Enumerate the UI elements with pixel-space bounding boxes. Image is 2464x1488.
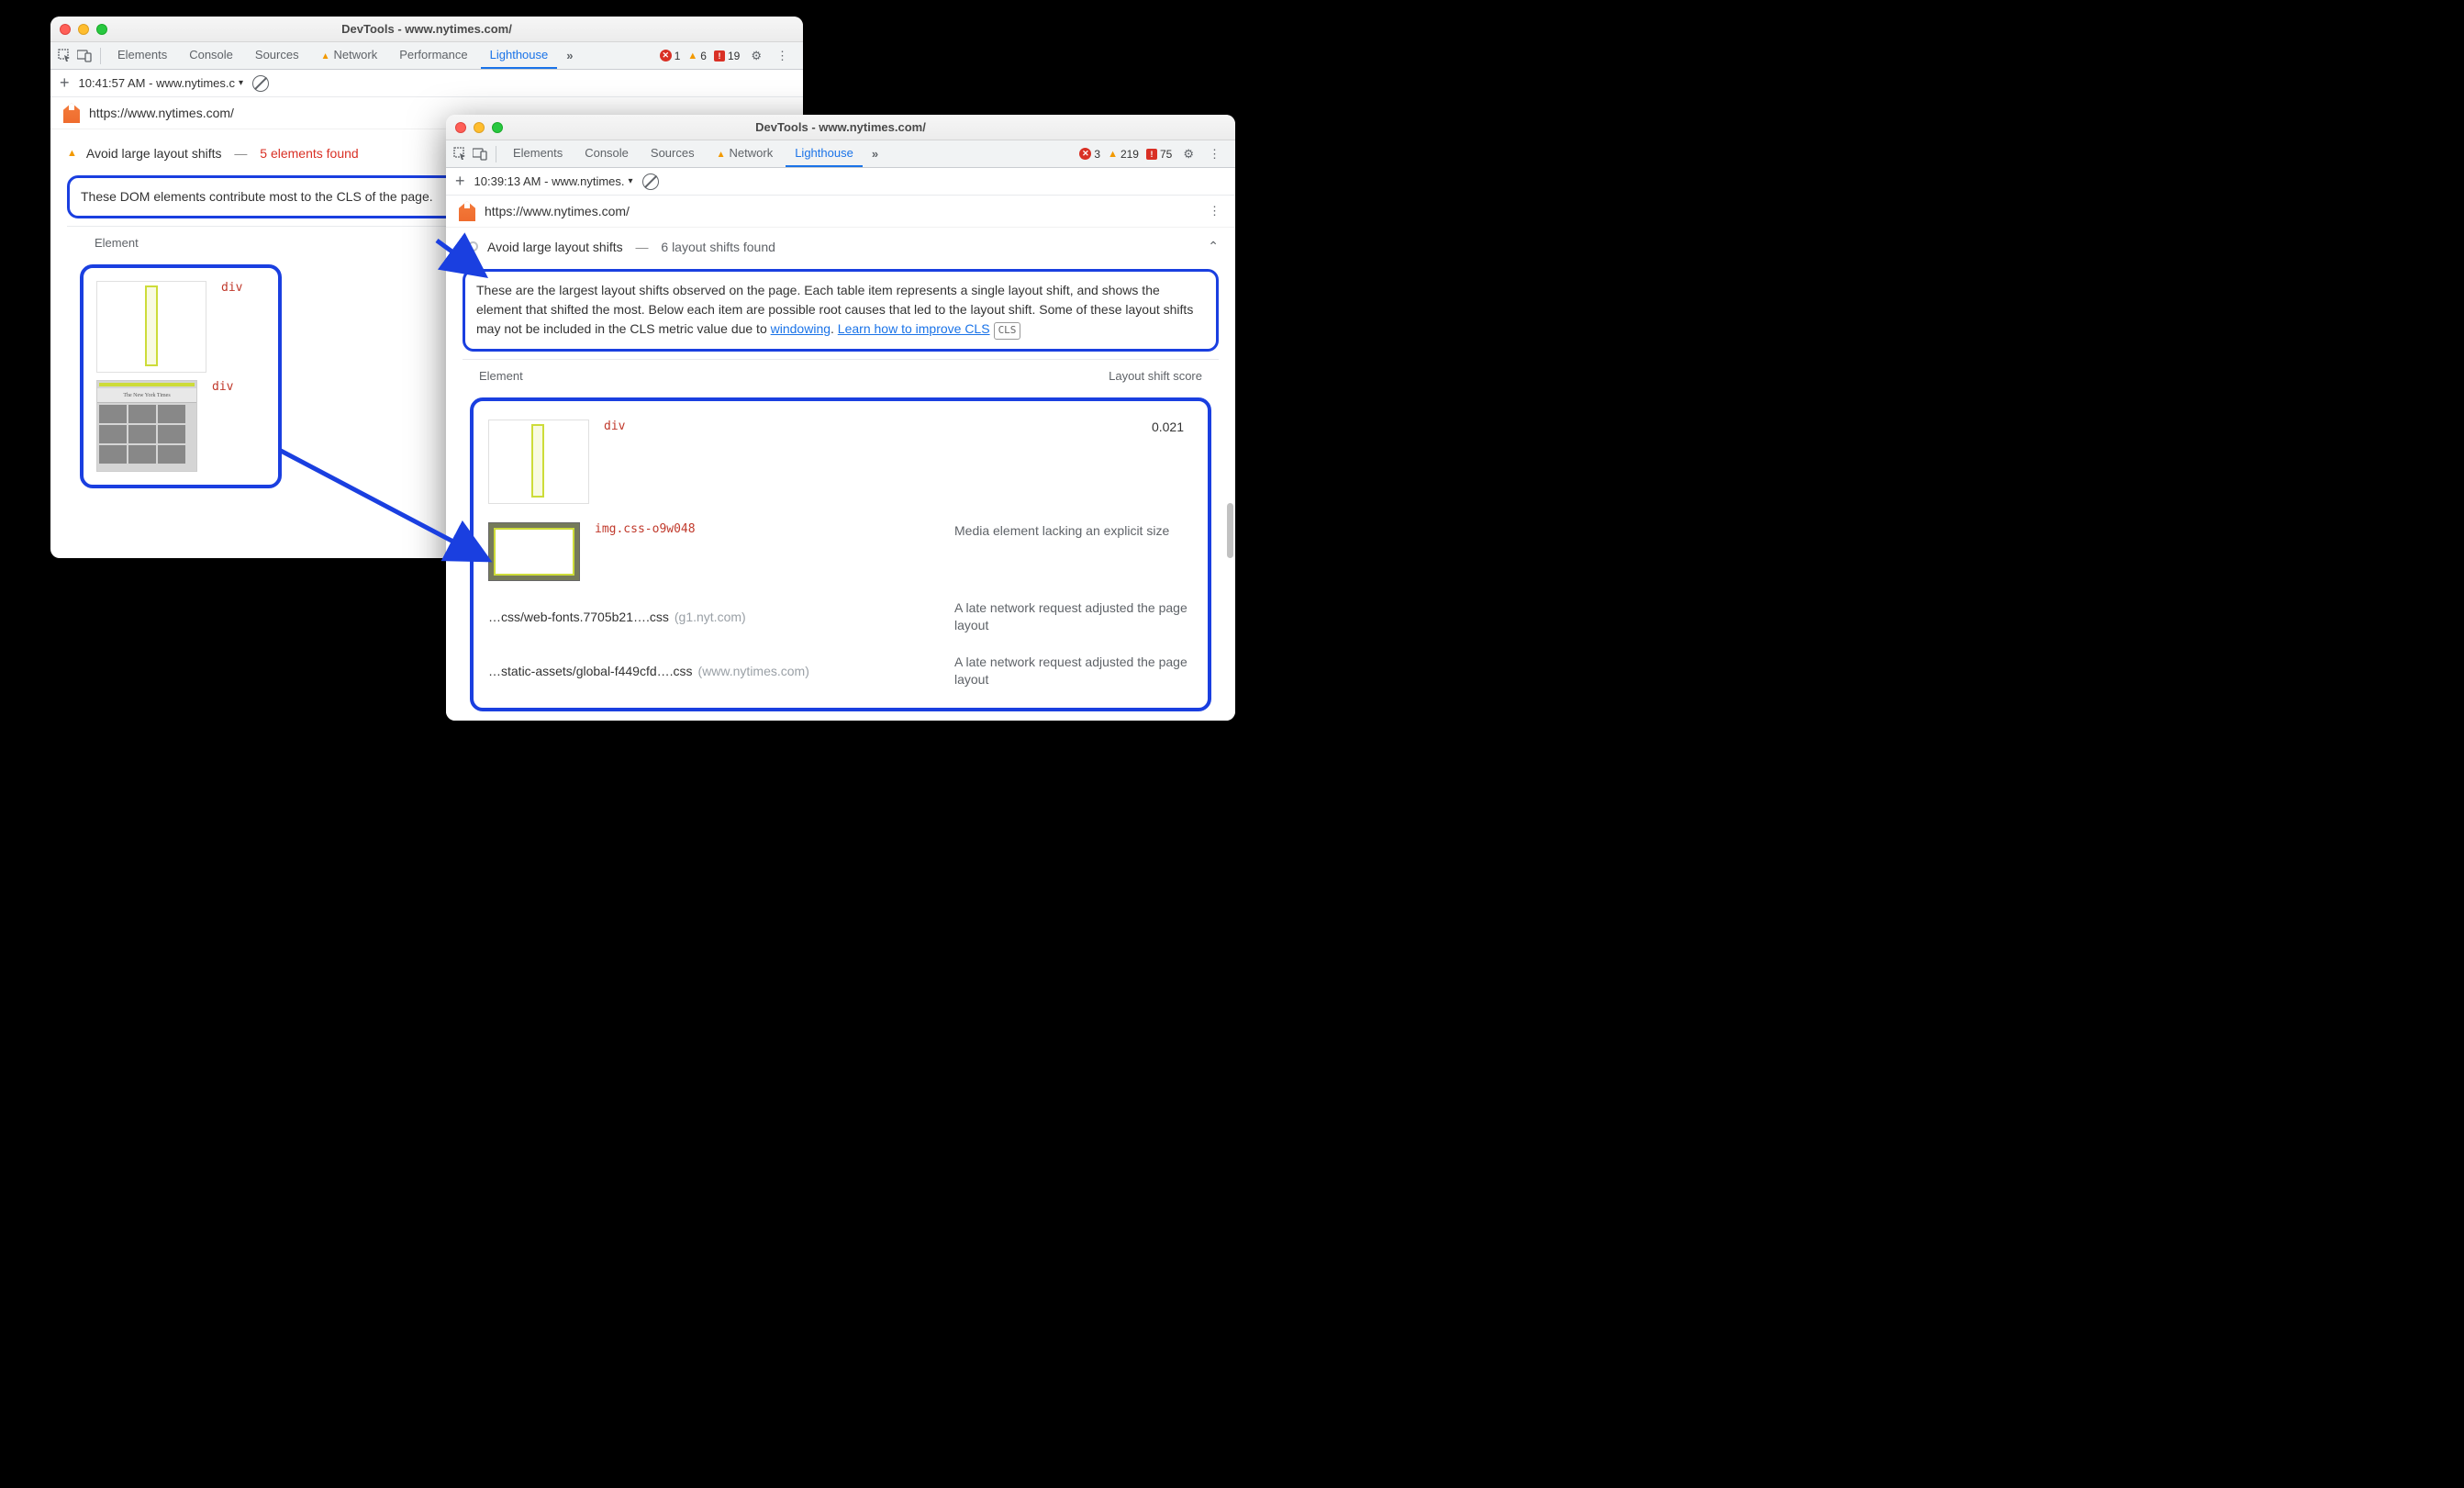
tab-network[interactable]: Network — [312, 42, 387, 69]
report-url: https://www.nytimes.com/ — [485, 204, 630, 218]
annotation-arrow — [433, 237, 507, 295]
devtools-tabbar: Elements Console Sources Network Lightho… — [446, 140, 1235, 168]
chevron-up-icon[interactable]: ⌃ — [1208, 239, 1219, 254]
minimize-icon[interactable] — [474, 122, 485, 133]
cause-host: (g1.nyt.com) — [675, 610, 746, 624]
elements-callout: div The New York Times div — [80, 264, 282, 488]
element-tag: div — [221, 281, 242, 295]
cause-tag: img.css-o9w048 — [595, 522, 696, 536]
devtools-tabbar: Elements Console Sources Network Perform… — [50, 42, 803, 70]
annotation-arrow — [275, 446, 514, 587]
warnings-badge[interactable]: ▲6 — [687, 50, 707, 62]
element-thumbnail: The New York Times — [96, 380, 197, 472]
violations-badge[interactable]: !19 — [714, 50, 740, 62]
titlebar: DevTools - www.nytimes.com/ — [50, 17, 803, 42]
tabs-overflow-icon[interactable]: » — [866, 147, 884, 161]
clear-icon[interactable] — [252, 75, 269, 92]
learn-cls-link[interactable]: Learn how to improve CLS — [838, 321, 990, 336]
new-report-button[interactable]: + — [60, 73, 70, 93]
new-report-button[interactable]: + — [455, 172, 465, 191]
element-tag: div — [604, 420, 625, 433]
inspect-icon[interactable] — [452, 146, 468, 162]
tab-lighthouse[interactable]: Lighthouse — [786, 140, 863, 167]
traffic-lights — [60, 24, 107, 35]
window-title: DevTools - www.nytimes.com/ — [60, 22, 794, 36]
windowing-link[interactable]: windowing — [771, 321, 831, 336]
url-row: https://www.nytimes.com/ ⋮ — [446, 196, 1235, 228]
titlebar: DevTools - www.nytimes.com/ — [446, 115, 1235, 140]
zoom-icon[interactable] — [96, 24, 107, 35]
audit-title: Avoid large layout shifts — [487, 240, 623, 254]
gear-icon[interactable]: ⚙ — [1179, 147, 1198, 162]
lighthouse-logo-icon — [63, 103, 80, 123]
elements-callout: div 0.021 img.css-o9w048 Media element l… — [470, 397, 1211, 711]
gear-icon[interactable]: ⚙ — [747, 49, 765, 63]
audit-count: 5 elements found — [260, 146, 358, 161]
warnings-badge[interactable]: ▲219 — [1108, 148, 1139, 161]
report-dropdown[interactable]: 10:41:57 AM - www.nytimes.c — [79, 76, 244, 90]
close-icon[interactable] — [60, 24, 71, 35]
inspect-icon[interactable] — [56, 48, 72, 64]
element-tag: div — [212, 380, 233, 394]
errors-badge[interactable]: ✕1 — [660, 50, 681, 62]
tab-network[interactable]: Network — [708, 140, 783, 167]
clear-icon[interactable] — [642, 173, 659, 190]
tabs-overflow-icon[interactable]: » — [561, 49, 578, 62]
element-row[interactable]: div — [93, 277, 269, 376]
window-title: DevTools - www.nytimes.com/ — [455, 120, 1226, 134]
traffic-lights — [455, 122, 503, 133]
layout-shift-score: 0.021 — [1152, 420, 1193, 434]
devtools-window-right: DevTools - www.nytimes.com/ Elements Con… — [446, 115, 1235, 721]
tab-sources[interactable]: Sources — [641, 140, 704, 167]
cause-file: …css/web-fonts.7705b21….css — [488, 610, 669, 624]
table-header: Element Layout shift score — [463, 359, 1219, 392]
device-icon[interactable] — [472, 146, 488, 162]
report-menu-icon[interactable]: ⋮ — [1209, 204, 1222, 218]
report-url: https://www.nytimes.com/ — [89, 106, 234, 120]
cause-reason: Media element lacking an explicit size — [954, 522, 1193, 541]
audit-row[interactable]: Avoid large layout shifts — 6 layout shi… — [463, 231, 1219, 262]
device-icon[interactable] — [76, 48, 93, 64]
tab-lighthouse[interactable]: Lighthouse — [481, 42, 558, 69]
tab-console[interactable]: Console — [575, 140, 638, 167]
lighthouse-logo-icon — [459, 201, 475, 221]
errors-badge[interactable]: ✕3 — [1079, 148, 1100, 161]
status-area: ✕3 ▲219 !75 ⚙ ⋮ — [1079, 147, 1230, 162]
element-row[interactable]: The New York Times div — [93, 376, 269, 475]
cause-row[interactable]: …static-assets/global-f449cfd….css (www.… — [483, 644, 1199, 699]
audit-count: 6 layout shifts found — [661, 240, 775, 254]
violations-badge[interactable]: !75 — [1146, 148, 1172, 161]
cause-reason: A late network request adjusted the page… — [954, 654, 1193, 689]
minimize-icon[interactable] — [78, 24, 89, 35]
warning-triangle-icon: ▲ — [67, 148, 77, 159]
cause-host: (www.nytimes.com) — [698, 664, 809, 678]
tab-console[interactable]: Console — [180, 42, 242, 69]
element-row[interactable]: div 0.021 — [483, 410, 1199, 513]
cause-file: …static-assets/global-f449cfd….css — [488, 664, 693, 678]
description-callout: These are the largest layout shifts obse… — [463, 269, 1219, 352]
cls-badge: CLS — [994, 322, 1021, 340]
cause-row[interactable]: …css/web-fonts.7705b21….css (g1.nyt.com)… — [483, 590, 1199, 644]
tab-performance[interactable]: Performance — [390, 42, 476, 69]
scrollbar[interactable] — [1227, 503, 1233, 558]
cause-reason: A late network request adjusted the page… — [954, 599, 1193, 635]
report-dropdown[interactable]: 10:39:13 AM - www.nytimes. — [474, 174, 633, 188]
kebab-icon[interactable]: ⋮ — [1205, 147, 1224, 162]
lighthouse-subbar: + 10:39:13 AM - www.nytimes. — [446, 168, 1235, 196]
tab-sources[interactable]: Sources — [246, 42, 308, 69]
audit-title: Avoid large layout shifts — [86, 146, 222, 161]
lighthouse-subbar: + 10:41:57 AM - www.nytimes.c — [50, 70, 803, 97]
cause-row[interactable]: img.css-o9w048 Media element lacking an … — [483, 513, 1199, 590]
kebab-icon[interactable]: ⋮ — [773, 49, 792, 63]
content: Avoid large layout shifts — 6 layout shi… — [446, 228, 1235, 721]
close-icon[interactable] — [455, 122, 466, 133]
element-thumbnail — [96, 281, 206, 373]
zoom-icon[interactable] — [492, 122, 503, 133]
tab-elements[interactable]: Elements — [108, 42, 176, 69]
status-area: ✕1 ▲6 !19 ⚙ ⋮ — [660, 49, 797, 63]
tab-elements[interactable]: Elements — [504, 140, 572, 167]
